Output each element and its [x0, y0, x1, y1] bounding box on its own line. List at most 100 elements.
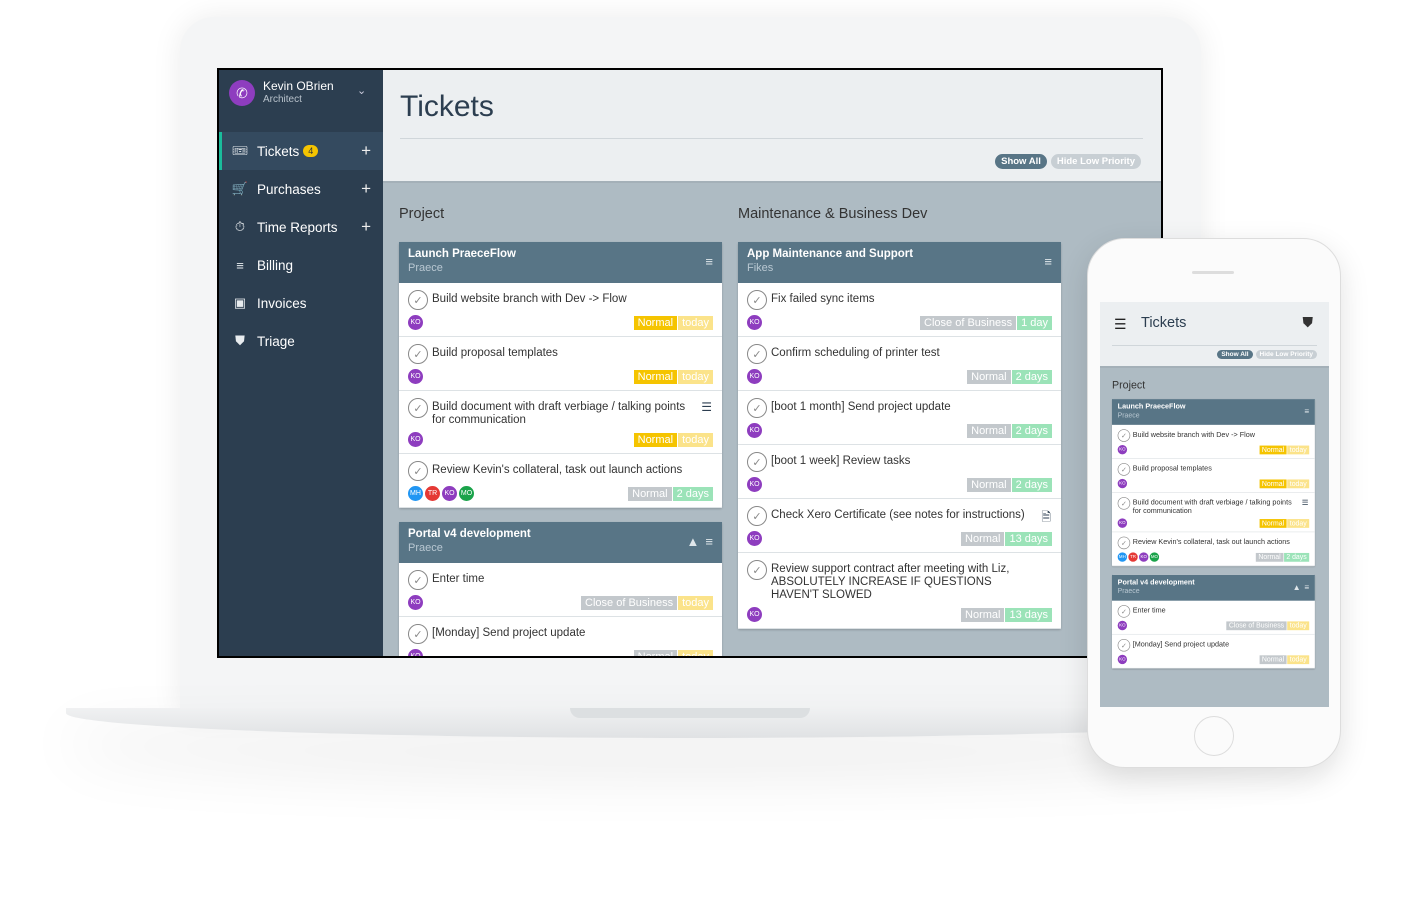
ticket-row[interactable]: ✓ Confirm scheduling of printer test KO Nor… — [738, 337, 1061, 391]
ticket-row[interactable]: ✓ Check Xero Certificate (see notes for i… — [738, 499, 1061, 553]
sidebar-item-triage[interactable]: ⛊ Triage — [219, 322, 383, 360]
avatar[interactable]: KO — [1117, 654, 1128, 665]
chevron-down-icon[interactable]: ⌄ — [357, 84, 366, 97]
avatar[interactable]: TR — [1128, 552, 1138, 562]
checklist-icon[interactable]: ☰ — [701, 400, 712, 414]
document-icon[interactable]: 🗎 — [1041, 508, 1051, 529]
ticket-row[interactable]: ✓[Monday] Send project updateKONormaltod… — [399, 617, 722, 656]
ticket-row[interactable]: ✓ [boot 1 month] Send project update KO Nor… — [738, 391, 1061, 445]
avatar[interactable]: TR — [425, 486, 440, 501]
plus-icon[interactable]: + — [361, 217, 371, 237]
card-subtitle: Praece — [408, 262, 443, 274]
card-header[interactable]: Launch PraeceFlow Praece ≡ — [1112, 399, 1315, 425]
card-header[interactable]: Portal v4 development Praece ▲ ≡ — [399, 522, 722, 563]
avatar[interactable]: KO — [1117, 518, 1128, 528]
avatar[interactable]: KO — [408, 595, 423, 610]
google-drive-icon[interactable]: ▲ — [1293, 582, 1301, 591]
complete-check-icon[interactable]: ✓ — [1117, 497, 1131, 510]
ticket-row[interactable]: ✓ Build proposal templates KO Normal today — [399, 337, 722, 391]
complete-check-icon[interactable]: ✓ — [408, 461, 428, 481]
show-all-button[interactable]: Show All — [1217, 350, 1253, 359]
hide-low-priority-button[interactable]: Hide Low Priority — [1255, 350, 1317, 359]
ticket-row[interactable]: ✓ Build proposal templates KO Normal today — [1112, 459, 1315, 493]
ticket-row[interactable]: ✓ Review support contract after meeting w… — [738, 553, 1061, 629]
ticket-row[interactable]: ✓ Build document with draft verbiage / ta… — [1112, 493, 1315, 533]
complete-check-icon[interactable]: ✓ — [747, 506, 767, 526]
complete-check-icon[interactable]: ✓ — [1117, 605, 1131, 618]
avatar[interactable]: KO — [442, 486, 457, 501]
menu-icon[interactable]: ≡ — [1044, 254, 1052, 269]
menu-icon[interactable]: ≡ — [705, 254, 713, 269]
complete-check-icon[interactable]: ✓ — [1117, 429, 1131, 442]
hamburger-menu-icon[interactable]: ☰ — [1114, 316, 1127, 333]
plus-icon[interactable]: + — [361, 141, 371, 161]
avatar[interactable]: KO — [747, 423, 762, 438]
avatar[interactable]: KO — [747, 369, 762, 384]
sidebar-item-billing[interactable]: ≡ Billing — [219, 246, 383, 284]
avatar[interactable]: KO — [747, 607, 762, 622]
hide-low-priority-button[interactable]: Hide Low Priority — [1050, 154, 1141, 169]
plus-icon[interactable]: + — [361, 179, 371, 199]
avatar[interactable]: MH — [1117, 552, 1128, 562]
avatar[interactable]: KO — [408, 369, 423, 384]
ticket-row[interactable]: ✓ Enter time KO Close of Business today — [1112, 601, 1315, 635]
avatar[interactable]: KO — [1117, 444, 1128, 455]
avatar[interactable]: MO — [1149, 552, 1160, 562]
card-subtitle: Fikes — [747, 262, 774, 274]
complete-check-icon[interactable]: ✓ — [1117, 638, 1131, 652]
complete-check-icon[interactable]: ✓ — [747, 560, 767, 580]
avatar[interactable]: MO — [459, 486, 474, 501]
checklist-icon[interactable]: ☰ — [1302, 498, 1309, 507]
complete-check-icon[interactable]: ✓ — [1117, 536, 1131, 550]
sidebar-item-purchases[interactable]: 🛒 Purchases + — [219, 170, 383, 208]
user-menu[interactable]: ✆ Kevin OBrien Architect — [229, 80, 334, 106]
assignees: KO — [1117, 620, 1128, 631]
avatar[interactable]: MH — [408, 486, 423, 501]
card-header[interactable]: Launch PraeceFlow Praece ≡ — [399, 242, 722, 283]
ticket-row[interactable]: ✓ Review Kevin's collateral, task out lau… — [399, 454, 722, 508]
complete-check-icon[interactable]: ✓ — [408, 570, 428, 590]
avatar[interactable]: KO — [408, 649, 423, 656]
avatar[interactable]: KO — [1117, 478, 1128, 489]
avatar[interactable]: KO — [408, 432, 423, 447]
menu-icon[interactable]: ≡ — [705, 534, 713, 549]
ticket-main: ✓ Build proposal templates — [408, 344, 713, 364]
ticket-row[interactable]: ✓ Build website branch with Dev -> Flow KO… — [1112, 425, 1315, 459]
show-all-button[interactable]: Show All — [995, 154, 1047, 169]
complete-check-icon[interactable]: ✓ — [408, 624, 428, 644]
complete-check-icon[interactable]: ✓ — [1117, 463, 1131, 476]
avatar[interactable]: KO — [1139, 552, 1149, 562]
avatar[interactable]: KO — [747, 531, 762, 546]
ticket-row[interactable]: ✓ Build website branch with Dev -> Flow KO… — [399, 283, 722, 337]
avatar[interactable]: KO — [747, 315, 762, 330]
priority-badge: Close of Business — [581, 595, 678, 610]
sidebar-item-tickets[interactable]: 🎟 Tickets 4 + — [219, 132, 383, 170]
ticket-row[interactable]: ✓ Fix failed sync items KO Close of Busines… — [738, 283, 1061, 337]
priority-badge: Close of Business — [920, 315, 1017, 330]
card-header[interactable]: Portal v4 development Praece ▲ ≡ — [1112, 574, 1315, 601]
assignees: KO — [408, 369, 423, 384]
sidebar-item-time-reports[interactable]: ⏱ Time Reports + — [219, 208, 383, 246]
complete-check-icon[interactable]: ✓ — [408, 398, 428, 418]
complete-check-icon[interactable]: ✓ — [408, 344, 428, 364]
shield-icon[interactable]: ⛊ — [1303, 314, 1314, 331]
google-drive-icon[interactable]: ▲ — [687, 534, 700, 549]
complete-check-icon[interactable]: ✓ — [747, 344, 767, 364]
avatar[interactable]: KO — [1117, 620, 1128, 631]
complete-check-icon[interactable]: ✓ — [747, 452, 767, 472]
complete-check-icon[interactable]: ✓ — [747, 398, 767, 418]
menu-icon[interactable]: ≡ — [1304, 582, 1309, 591]
card-header[interactable]: App Maintenance and Support Fikes ≡ — [738, 242, 1061, 283]
home-button[interactable] — [1194, 716, 1234, 756]
complete-check-icon[interactable]: ✓ — [747, 290, 767, 310]
ticket-row[interactable]: ✓ Enter time KO Close of Business today — [399, 563, 722, 617]
ticket-row[interactable]: ✓ Review Kevin's collateral, task out lau… — [1112, 532, 1315, 567]
ticket-row[interactable]: ✓[Monday] Send project updateKONormaltod… — [1112, 635, 1315, 669]
ticket-row[interactable]: ✓ [boot 1 week] Review tasks KO Normal 2 day… — [738, 445, 1061, 499]
complete-check-icon[interactable]: ✓ — [408, 290, 428, 310]
avatar[interactable]: KO — [747, 477, 762, 492]
menu-icon[interactable]: ≡ — [1304, 407, 1309, 416]
sidebar-item-invoices[interactable]: ▣ Invoices — [219, 284, 383, 322]
ticket-row[interactable]: ✓ Build document with draft verbiage / ta… — [399, 391, 722, 454]
avatar[interactable]: KO — [408, 315, 423, 330]
